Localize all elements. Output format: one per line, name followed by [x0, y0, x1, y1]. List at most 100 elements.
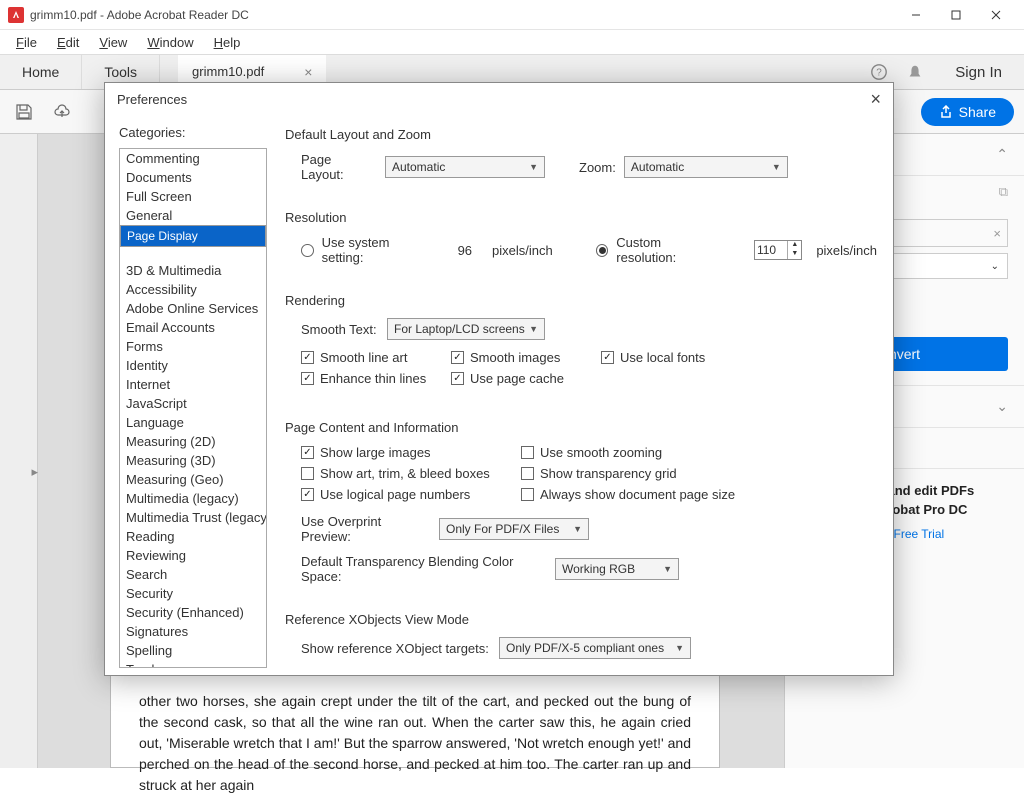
- chevron-up-icon: ⌃: [996, 146, 1008, 163]
- share-button[interactable]: Share: [921, 98, 1014, 126]
- custom-resolution-label: Custom resolution:: [616, 235, 720, 265]
- category-item[interactable]: Reading: [120, 527, 266, 546]
- maximize-button[interactable]: [936, 0, 976, 30]
- logical-page-numbers-checkbox[interactable]: ✓: [301, 488, 314, 501]
- chevron-down-icon: ⌄: [991, 261, 999, 272]
- category-item[interactable]: Accessibility: [120, 280, 266, 299]
- category-item[interactable]: Commenting: [120, 149, 266, 168]
- tab-home[interactable]: Home: [0, 55, 82, 89]
- custom-resolution-unit: pixels/inch: [816, 243, 877, 258]
- bell-icon[interactable]: [897, 55, 933, 89]
- chevron-down-icon: ▼: [675, 643, 684, 653]
- chevron-down-icon: ▼: [663, 564, 672, 574]
- category-item[interactable]: Full Screen: [120, 187, 266, 206]
- xobject-targets-select[interactable]: Only PDF/X-5 compliant ones▼: [499, 637, 691, 659]
- chevron-down-icon: ▼: [529, 324, 538, 334]
- category-item[interactable]: Documents: [120, 168, 266, 187]
- category-item[interactable]: Adobe Online Services: [120, 299, 266, 318]
- save-icon[interactable]: [10, 98, 38, 126]
- zoom-label: Zoom:: [579, 160, 616, 175]
- tab-close-icon[interactable]: ×: [304, 64, 312, 80]
- preferences-dialog: Preferences × Categories: CommentingDocu…: [104, 82, 894, 676]
- use-local-fonts-checkbox[interactable]: ✓: [601, 351, 614, 364]
- dialog-close-button[interactable]: ×: [870, 89, 881, 110]
- category-item[interactable]: Identity: [120, 356, 266, 375]
- tab-document-label: grimm10.pdf: [192, 64, 264, 79]
- sign-in-link[interactable]: Sign In: [933, 55, 1024, 89]
- overprint-label: Use Overprint Preview:: [301, 514, 431, 544]
- xobject-targets-label: Show reference XObject targets:: [301, 641, 491, 656]
- menu-help[interactable]: Help: [206, 33, 249, 52]
- pages-icon[interactable]: ⧉: [999, 184, 1008, 200]
- menubar: File Edit View Window Help: [0, 30, 1024, 54]
- page-text: other two horses, she again crept under …: [139, 691, 691, 796]
- category-item[interactable]: Page Display: [120, 225, 266, 247]
- category-item[interactable]: Measuring (Geo): [120, 470, 266, 489]
- menu-file[interactable]: File: [8, 33, 45, 52]
- show-large-images-checkbox[interactable]: ✓: [301, 446, 314, 459]
- system-resolution-unit: pixels/inch: [492, 243, 553, 258]
- menu-window[interactable]: Window: [139, 33, 201, 52]
- category-item[interactable]: Multimedia (legacy): [120, 489, 266, 508]
- custom-resolution-radio[interactable]: [596, 244, 609, 257]
- system-resolution-radio[interactable]: [301, 244, 314, 257]
- left-nav-gutter: ▸: [0, 134, 38, 768]
- cloud-icon[interactable]: [48, 98, 76, 126]
- page-layout-label: Page Layout:: [301, 152, 377, 182]
- category-item[interactable]: General: [120, 206, 266, 225]
- menu-view[interactable]: View: [91, 33, 135, 52]
- categories-list[interactable]: CommentingDocumentsFull ScreenGeneralPag…: [119, 148, 267, 668]
- category-item[interactable]: Email Accounts: [120, 318, 266, 337]
- show-transparency-grid-checkbox[interactable]: [521, 467, 534, 480]
- category-item[interactable]: Reviewing: [120, 546, 266, 565]
- category-item[interactable]: Spelling: [120, 641, 266, 660]
- use-page-cache-checkbox[interactable]: ✓: [451, 372, 464, 385]
- category-item[interactable]: Internet: [120, 375, 266, 394]
- smooth-images-checkbox[interactable]: ✓: [451, 351, 464, 364]
- show-bleed-boxes-checkbox[interactable]: [301, 467, 314, 480]
- smooth-line-art-checkbox[interactable]: ✓: [301, 351, 314, 364]
- zoom-select[interactable]: Automatic▼: [624, 156, 788, 178]
- acrobat-logo-icon: [8, 7, 24, 23]
- blending-select[interactable]: Working RGB▼: [555, 558, 679, 580]
- category-item[interactable]: Measuring (3D): [120, 451, 266, 470]
- category-item[interactable]: Language: [120, 413, 266, 432]
- menu-edit[interactable]: Edit: [49, 33, 87, 52]
- clear-icon[interactable]: ×: [993, 226, 1001, 241]
- category-item[interactable]: 3D & Multimedia: [120, 261, 266, 280]
- dialog-title: Preferences: [117, 92, 187, 107]
- group-resolution-title: Resolution: [285, 210, 877, 225]
- page-layout-select[interactable]: Automatic▼: [385, 156, 545, 178]
- category-item[interactable]: JavaScript: [120, 394, 266, 413]
- share-icon: [939, 105, 953, 119]
- category-item[interactable]: Multimedia Trust (legacy): [120, 508, 266, 527]
- svg-text:?: ?: [877, 68, 883, 79]
- titlebar: grimm10.pdf - Adobe Acrobat Reader DC: [0, 0, 1024, 30]
- smooth-zooming-checkbox[interactable]: [521, 446, 534, 459]
- group-rendering-title: Rendering: [285, 293, 877, 308]
- category-item[interactable]: Measuring (2D): [120, 432, 266, 451]
- preferences-content: Default Layout and Zoom Page Layout: Aut…: [281, 115, 893, 675]
- overprint-select[interactable]: Only For PDF/X Files▼: [439, 518, 589, 540]
- smooth-text-label: Smooth Text:: [301, 322, 379, 337]
- category-item[interactable]: Forms: [120, 337, 266, 356]
- chevron-down-icon: ▼: [772, 162, 781, 172]
- group-content-title: Page Content and Information: [285, 420, 877, 435]
- category-item[interactable]: Tracker: [120, 660, 266, 668]
- chevron-down-icon: ▼: [573, 524, 582, 534]
- close-button[interactable]: [976, 0, 1016, 30]
- category-item[interactable]: Search: [120, 565, 266, 584]
- blending-label: Default Transparency Blending Color Spac…: [301, 554, 547, 584]
- smooth-text-select[interactable]: For Laptop/LCD screens▼: [387, 318, 545, 340]
- category-item[interactable]: Security: [120, 584, 266, 603]
- enhance-thin-lines-checkbox[interactable]: ✓: [301, 372, 314, 385]
- system-resolution-label: Use system setting:: [322, 235, 426, 265]
- group-xobjects-title: Reference XObjects View Mode: [285, 612, 877, 627]
- category-item[interactable]: Security (Enhanced): [120, 603, 266, 622]
- chevron-down-icon: ▼: [529, 162, 538, 172]
- show-page-size-checkbox[interactable]: [521, 488, 534, 501]
- share-label: Share: [959, 104, 996, 120]
- custom-resolution-input[interactable]: 110▲▼: [754, 240, 802, 260]
- minimize-button[interactable]: [896, 0, 936, 30]
- category-item[interactable]: Signatures: [120, 622, 266, 641]
